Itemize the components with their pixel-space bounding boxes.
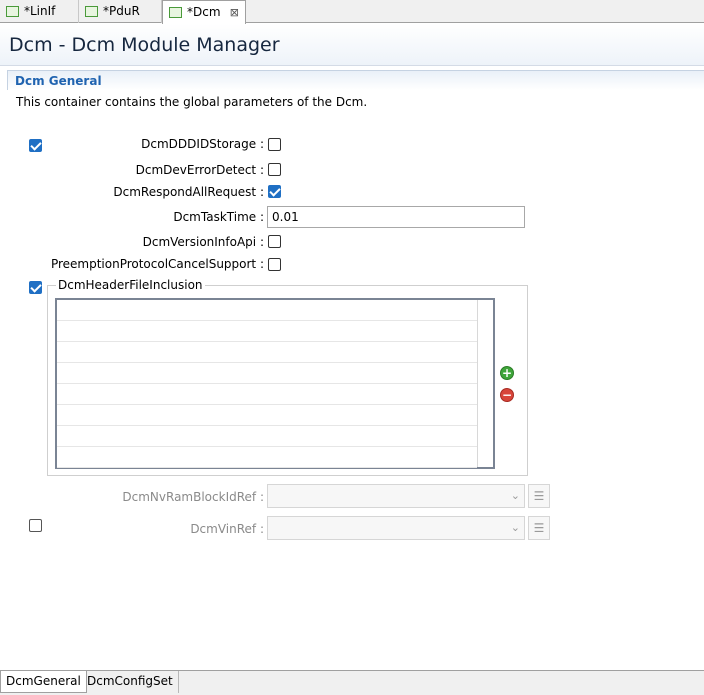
tab-label: *PduR (103, 4, 140, 18)
list-item[interactable] (57, 447, 477, 468)
list-item[interactable] (57, 300, 477, 321)
dev-error-checkbox[interactable] (268, 163, 281, 176)
tab-label: *Dcm (187, 5, 221, 19)
respond-all-label: DcmRespondAllRequest : (113, 185, 264, 199)
version-info-label: DcmVersionInfoApi : (142, 235, 264, 249)
tab-dcm-config-set[interactable]: DcmConfigSet (82, 671, 179, 693)
close-icon[interactable]: ⊠ (230, 1, 239, 24)
section-header: Dcm General (7, 70, 704, 90)
page-title: Dcm - Dcm Module Manager (9, 34, 280, 56)
vin-ref-enable-checkbox[interactable] (29, 519, 42, 532)
editor-tab-bar: *LinIf *PduR *Dcm ⊠ (0, 0, 704, 24)
tab-dcm-general[interactable]: DcmGeneral (0, 671, 87, 693)
page-tab-bar: DcmGeneral DcmConfigSet (0, 670, 704, 695)
add-item-button[interactable]: + (500, 366, 514, 380)
vin-ref-browse-button[interactable]: ☰ (528, 516, 550, 540)
ddd-storage-checkbox[interactable] (268, 138, 281, 151)
config-file-icon (169, 7, 182, 18)
tab-dcm[interactable]: *Dcm ⊠ (162, 0, 246, 24)
header-file-inclusion-enable-checkbox[interactable] (29, 281, 42, 294)
tab-pdur[interactable]: *PduR (79, 0, 162, 23)
nvram-ref-combo[interactable]: ⌄ (267, 484, 525, 508)
task-time-input[interactable]: 0.01 (267, 206, 525, 228)
chevron-down-icon: ⌄ (510, 489, 520, 502)
list-icon: ☰ (533, 489, 545, 503)
list-item[interactable] (57, 321, 477, 342)
tab-label: *LinIf (24, 4, 56, 18)
preemption-label: PreemptionProtocolCancelSupport : (50, 257, 264, 271)
dev-error-label: DcmDevErrorDetect : (135, 163, 264, 177)
list-icon: ☰ (533, 521, 545, 535)
form-header: Dcm - Dcm Module Manager (0, 24, 704, 66)
list-item[interactable] (57, 342, 477, 363)
remove-item-button[interactable]: − (500, 388, 514, 402)
version-info-checkbox[interactable] (268, 235, 281, 248)
vin-ref-label: DcmVinRef : (190, 522, 264, 536)
respond-all-checkbox[interactable] (268, 185, 281, 198)
list-column-divider (477, 300, 478, 467)
tab-linif[interactable]: *LinIf (0, 0, 79, 23)
list-item[interactable] (57, 363, 477, 384)
header-file-inclusion-list[interactable] (55, 298, 495, 469)
config-file-icon (6, 6, 19, 17)
task-time-label: DcmTaskTime : (173, 210, 264, 224)
nvram-ref-browse-button[interactable]: ☰ (528, 484, 550, 508)
preemption-checkbox[interactable] (268, 258, 281, 271)
list-item[interactable] (57, 405, 477, 426)
nvram-ref-label: DcmNvRamBlockIdRef : (122, 490, 264, 504)
config-file-icon (85, 6, 98, 17)
section-description: This container contains the global param… (16, 95, 368, 109)
section-title: Dcm General (15, 74, 102, 88)
ddd-storage-label: DcmDDDIDStorage : (141, 137, 264, 151)
vin-ref-combo[interactable]: ⌄ (267, 516, 525, 540)
list-item[interactable] (57, 426, 477, 447)
chevron-down-icon: ⌄ (510, 521, 520, 534)
list-item[interactable] (57, 384, 477, 405)
header-file-inclusion-label: DcmHeaderFileInclusion (56, 278, 205, 292)
ddd-storage-enable-checkbox[interactable] (29, 139, 42, 152)
